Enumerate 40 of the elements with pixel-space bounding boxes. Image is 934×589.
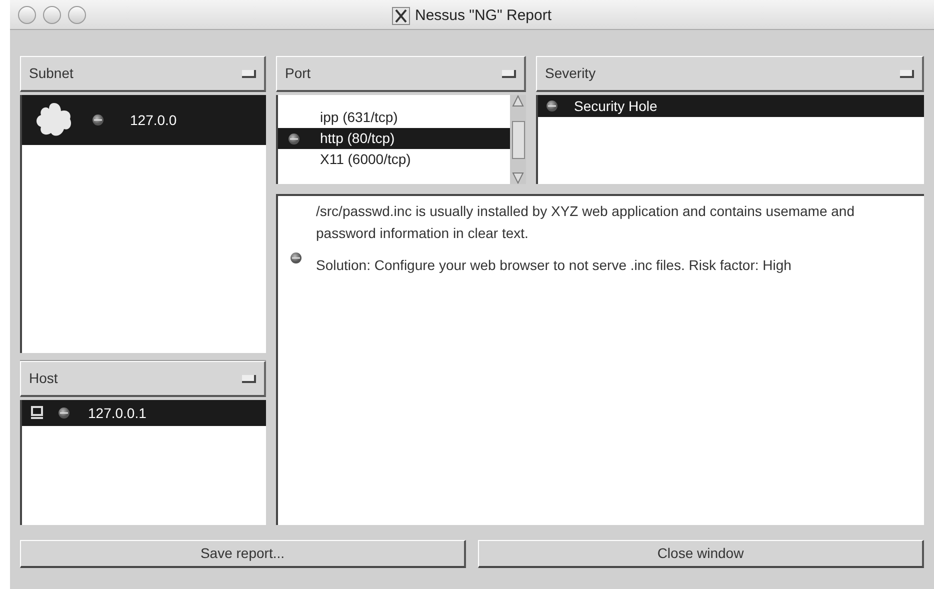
status-dot-icon [58,407,70,419]
port-row[interactable]: ipp (631/tcp) [278,107,510,128]
menu-toggle-icon [242,70,256,78]
scroll-down-icon[interactable] [512,172,524,184]
menu-toggle-icon [502,70,516,78]
window-control-button[interactable] [43,6,61,24]
host-row[interactable]: 127.0.0.1 [22,400,266,426]
subnet-row[interactable]: 127.0.0 [22,95,266,145]
window-title: Nessus "NG" Report [415,6,552,26]
vulnerability-description: /src/passwd.inc is usually installed by XYZ web application and contains usemame and password information in clear text. [316,202,856,243]
column-header[interactable]: Subnet [20,56,266,92]
x-logo-icon [392,7,410,26]
dialog-button[interactable]: Close window [478,540,924,568]
status-dot-icon [288,132,300,144]
column-header[interactable]: Port [276,56,526,92]
severity-row[interactable]: Security Hole [538,95,924,117]
port-label: http (80/tcp) [320,129,395,148]
subnet-label: 127.0.0 [130,110,177,130]
severity-label: Security Hole [574,96,658,116]
port-row[interactable]: http (80/tcp) [278,128,510,149]
scroll-up-icon[interactable] [512,95,524,107]
menu-toggle-icon [242,374,256,382]
column-header[interactable]: Host [20,361,266,397]
window-control-button[interactable] [18,6,36,24]
host-label: 127.0.0.1 [88,404,146,422]
status-dot-icon [546,100,558,112]
scrollbar[interactable] [510,95,526,184]
column-header[interactable]: Severity [536,56,924,92]
port-label: X11 (6000/tcp) [320,150,411,169]
port-row[interactable]: X11 (6000/tcp) [278,149,510,170]
scroll-thumb[interactable] [512,120,524,158]
window-control-button[interactable] [68,6,86,24]
network-cloud-icon [34,101,74,139]
port-label: ipp (631/tcp) [320,108,398,127]
computer-icon [30,406,44,420]
status-dot-icon [92,114,104,126]
menu-toggle-icon [900,70,914,78]
dialog-button[interactable]: Save report... [20,540,466,568]
solution-text: Solution: Configure your web browser to not serve .inc files. Risk factor: High [316,256,792,275]
status-dot-icon [290,252,302,264]
